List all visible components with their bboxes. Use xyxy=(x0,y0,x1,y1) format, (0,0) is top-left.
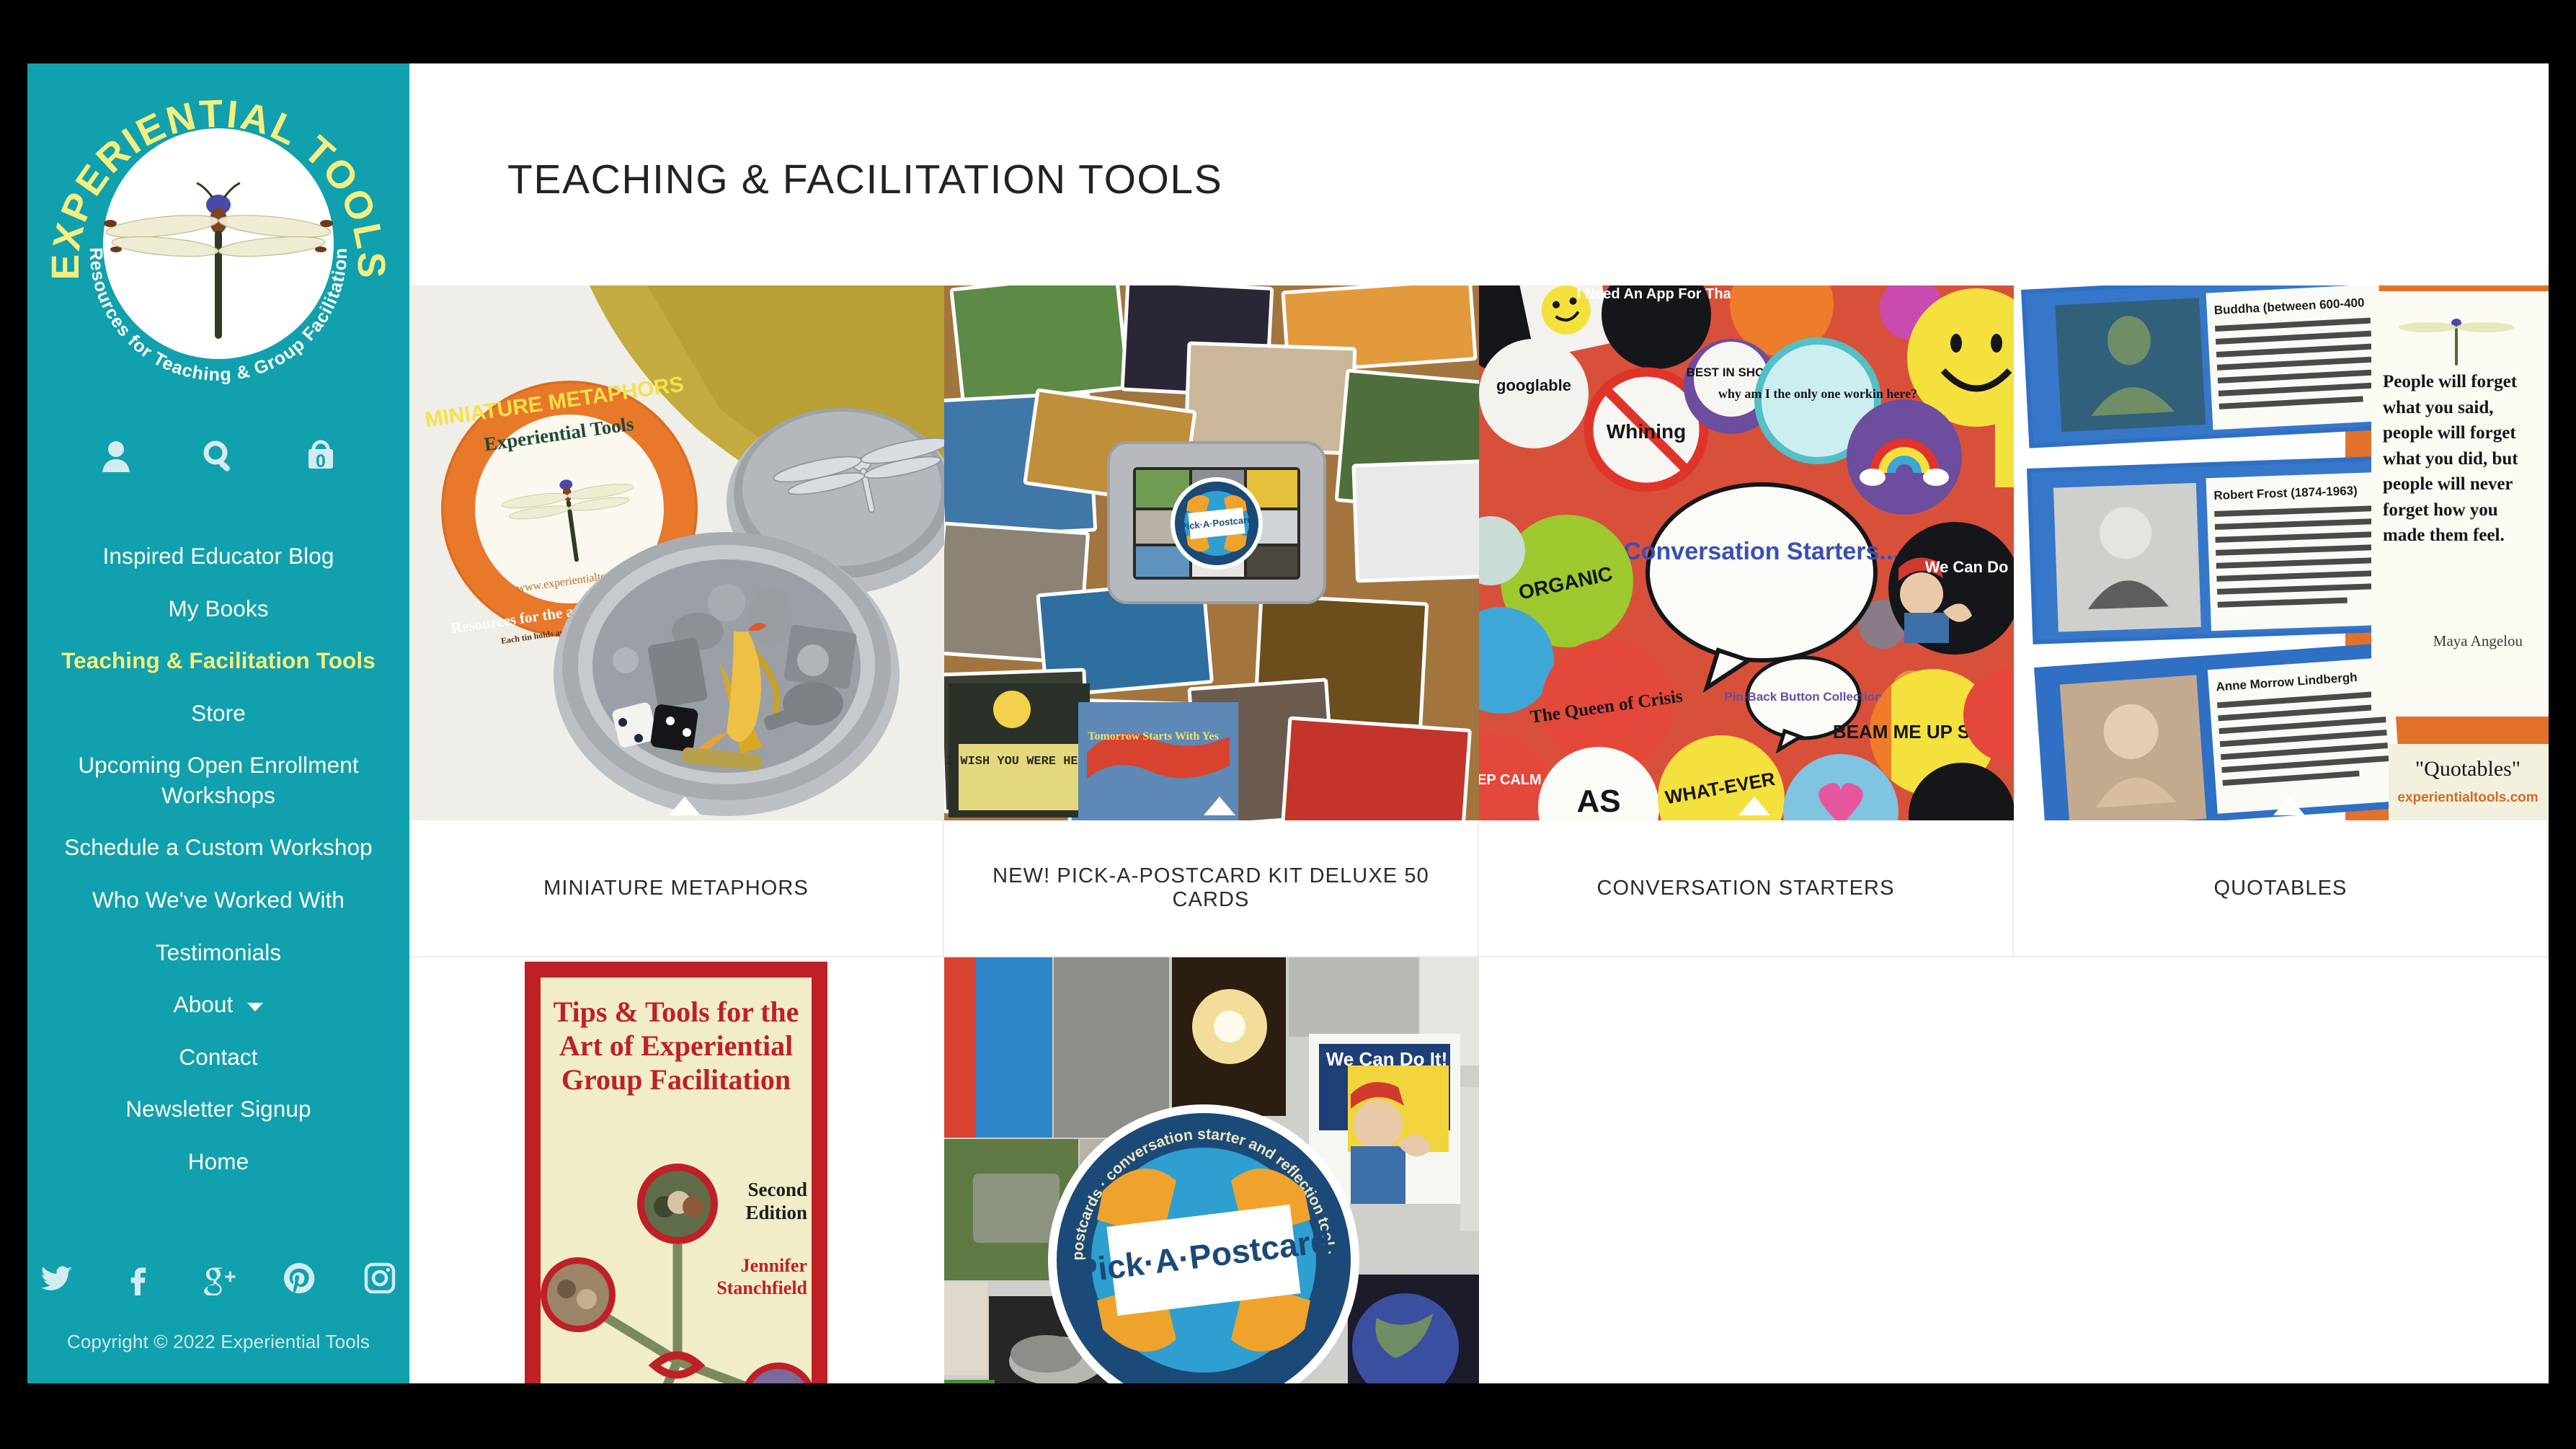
utility-icon-row: 0 xyxy=(94,434,343,479)
sidebar-item-newsletter-signup[interactable]: Newsletter Signup xyxy=(60,1084,377,1136)
nav-label: Inspired Educator Blog xyxy=(102,543,334,569)
product-card-tips-and-tools-book[interactable]: Tips & Tools for the Art of Experiential… xyxy=(409,957,944,1383)
page-title: TEACHING & FACILITATION TOOLS xyxy=(507,156,1223,203)
nav-label: Newsletter Signup xyxy=(125,1096,311,1122)
cart-icon[interactable]: 0 xyxy=(298,434,343,479)
quotable-quote-author: Maya Angelou xyxy=(2433,632,2523,650)
button-text-need-app: I Need An App For That xyxy=(1577,286,1736,302)
button-text-pin-back-collection: Pin-Back Button Collection xyxy=(1724,690,1882,704)
sidebar-item-my-books[interactable]: My Books xyxy=(60,583,377,636)
book-edition: Second Edition xyxy=(745,1179,807,1224)
pinterest-icon[interactable] xyxy=(279,1258,319,1298)
product-image-quotables: Buddha (between 600-400 Robert Frost (18… xyxy=(2014,285,2549,820)
main-content: TEACHING & FACILITATION TOOLS MINIATURE … xyxy=(409,63,2549,1383)
button-text-we-can-do-it: We Can Do It! xyxy=(1925,558,2014,576)
button-text-keep-calm: KEEP CALM xyxy=(1479,772,1542,788)
sidebar-item-upcoming-open-enrollment-workshops[interactable]: Upcoming Open Enrollment Workshops xyxy=(60,740,377,822)
nav-label: Schedule a Custom Workshop xyxy=(64,834,373,861)
nav-label: Upcoming Open Enrollment Workshops xyxy=(78,752,359,808)
browser-viewport: EXPERIENTIAL TOOLS Resources for Teachin… xyxy=(27,63,2549,1383)
primary-navigation: Inspired Educator Blog My Books Teaching… xyxy=(27,531,409,1189)
sidebar-item-testimonials[interactable]: Testimonials xyxy=(60,927,377,980)
book-author: Jennifer Stanchfield xyxy=(716,1255,807,1299)
nav-label: My Books xyxy=(168,595,269,621)
product-image-tips-and-tools-book: Tips & Tools for the Art of Experiential… xyxy=(409,957,944,1383)
product-image-miniature-metaphors: MINIATURE METAPHORS Experiential Tools w… xyxy=(409,285,944,820)
site-logo[interactable]: EXPERIENTIAL TOOLS Resources for Teachin… xyxy=(41,66,396,421)
postcard-graffiti-text: Tomorrow Starts With Yes xyxy=(1088,730,1219,743)
sidebar-item-contact[interactable]: Contact xyxy=(60,1032,377,1084)
sidebar-item-home[interactable]: Home xyxy=(60,1136,377,1189)
nav-label: Who We've Worked With xyxy=(92,887,345,913)
nav-label: Store xyxy=(191,699,246,726)
button-text-only-one-working: why am I the only one workin here? xyxy=(1718,386,1917,401)
product-card-miniature-metaphors[interactable]: MINIATURE METAPHORS Experiential Tools w… xyxy=(409,285,944,957)
product-title: NEW! PICK-A-POSTCARD KIT DELUXE 50 CARDS xyxy=(992,864,1429,911)
google-plus-icon[interactable] xyxy=(198,1258,239,1298)
product-image-conversation-starters: I Need An App For That googlable Whining… xyxy=(1479,285,2014,820)
button-text-conversation-starters: Conversation Starters... xyxy=(1623,538,1900,565)
product-title: MINIATURE METAPHORS xyxy=(543,876,809,900)
button-text-whining: Whining xyxy=(1607,420,1686,443)
postcard-marquee-text: I WISH YOU WERE HERE xyxy=(946,755,1093,768)
copyright-text: Copyright © 2022 Experiential Tools xyxy=(66,1331,370,1352)
quotable-brand-url: experientialtools.com xyxy=(2397,790,2538,805)
nav-label: Home xyxy=(187,1148,249,1174)
chevron-down-icon xyxy=(247,1002,264,1011)
account-icon[interactable] xyxy=(94,434,138,479)
product-grid: MINIATURE METAPHORS Experiential Tools w… xyxy=(409,285,2549,1383)
grid-empty-cell xyxy=(1479,957,2014,1383)
nav-label: Testimonials xyxy=(155,939,282,965)
product-title: CONVERSATION STARTERS xyxy=(1596,876,1895,900)
button-text-as: AS xyxy=(1576,784,1620,819)
product-title: QUOTABLES xyxy=(2213,876,2348,900)
sidebar-item-store[interactable]: Store xyxy=(60,688,377,740)
product-image-pick-a-postcard-logo: We Can Do It! postcards · conversation s… xyxy=(944,957,1479,1383)
quotable-quote-text: People will forget what you said, people… xyxy=(2383,372,2518,545)
nav-label: Teaching & Facilitation Tools xyxy=(61,647,376,674)
button-text-googlable: googlable xyxy=(1496,376,1571,394)
instagram-icon[interactable] xyxy=(360,1258,400,1298)
grid-empty-cell xyxy=(2014,957,2549,1383)
poster-text-we-can-do-it: We Can Do It! xyxy=(1326,1048,1448,1070)
product-card-pick-a-postcard-logo[interactable]: We Can Do It! postcards · conversation s… xyxy=(944,957,1479,1383)
sidebar: EXPERIENTIAL TOOLS Resources for Teachin… xyxy=(27,63,409,1383)
sidebar-item-inspired-educator-blog[interactable]: Inspired Educator Blog xyxy=(60,531,377,583)
twitter-icon[interactable] xyxy=(37,1258,77,1298)
product-card-quotables[interactable]: Buddha (between 600-400 Robert Frost (18… xyxy=(2014,285,2549,957)
facebook-icon[interactable] xyxy=(117,1258,158,1298)
social-links xyxy=(27,1258,409,1298)
sidebar-item-teaching-facilitation-tools[interactable]: Teaching & Facilitation Tools xyxy=(60,635,377,688)
product-card-pick-a-postcard-kit[interactable]: I WISH YOU WERE HERE Tomorrow Starts Wit… xyxy=(944,285,1479,957)
screen: EXPERIENTIAL TOOLS Resources for Teachin… xyxy=(0,0,2576,1449)
sidebar-item-who-weve-worked-with[interactable]: Who We've Worked With xyxy=(60,874,377,927)
search-icon[interactable] xyxy=(196,434,241,479)
quotable-brand: "Quotables" xyxy=(2415,757,2521,781)
nav-label: Contact xyxy=(179,1043,258,1070)
nav-label: About xyxy=(173,991,234,1018)
product-image-pick-a-postcard-kit: I WISH YOU WERE HERE Tomorrow Starts Wit… xyxy=(944,285,1479,820)
product-card-conversation-starters[interactable]: I Need An App For That googlable Whining… xyxy=(1479,285,2014,957)
sidebar-item-schedule-a-custom-workshop[interactable]: Schedule a Custom Workshop xyxy=(60,822,377,874)
sidebar-item-about[interactable]: About xyxy=(60,979,377,1032)
book-title: Tips & Tools for the Art of Experiential… xyxy=(553,996,799,1096)
